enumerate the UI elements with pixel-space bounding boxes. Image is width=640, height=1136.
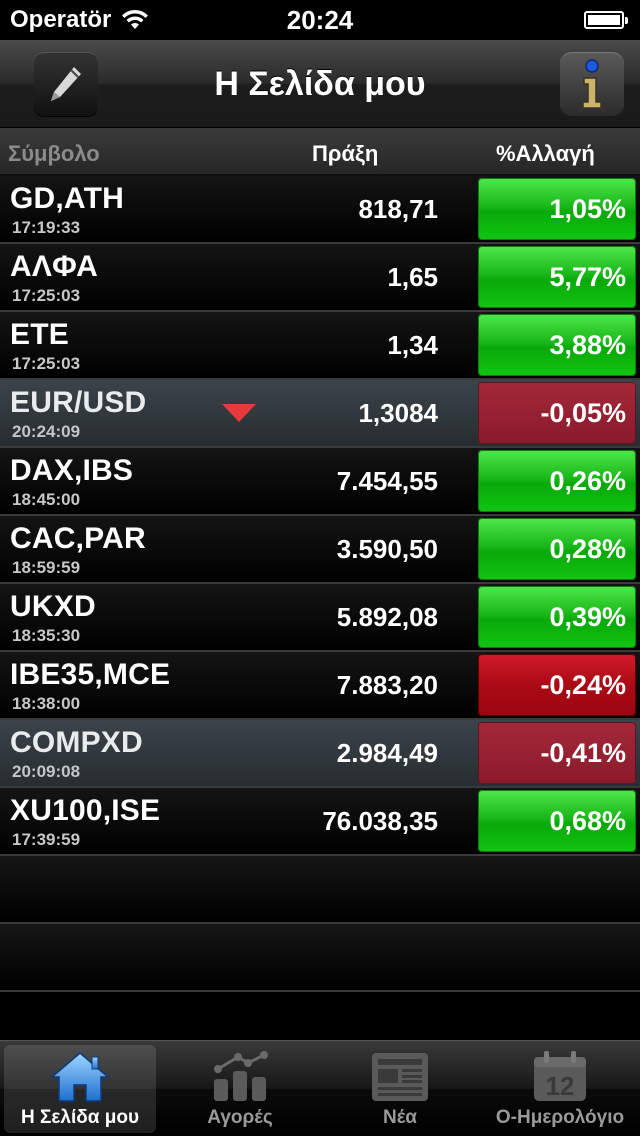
- tab-calendar-label: Ο-Ημερολόγιο: [495, 1107, 625, 1128]
- markets-icon: [214, 1051, 268, 1101]
- row-time: 18:38:00: [12, 694, 81, 713]
- row-change-badge[interactable]: -0,05%: [478, 382, 636, 444]
- row-change-badge[interactable]: -0,24%: [478, 654, 636, 716]
- status-bar: Operatör 20:24: [0, 0, 640, 40]
- table-row[interactable]: ΑΛΦΑ 17:25:03 1,65 5,77%: [0, 244, 640, 312]
- tab-markets-label: Αγορές: [207, 1107, 273, 1128]
- row-time: 17:39:59: [12, 830, 81, 849]
- tab-home-label: Η Σελίδα μου: [20, 1107, 140, 1128]
- row-symbol: COMPXD: [10, 726, 143, 759]
- row-symbol: UKXD: [10, 590, 96, 623]
- column-header: Σύμβολο Πράξη %Αλλαγή: [0, 128, 640, 176]
- row-time: 17:25:03: [12, 354, 81, 373]
- battery-icon: [584, 11, 628, 29]
- row-change-badge[interactable]: 3,88%: [478, 314, 636, 376]
- trend-down-icon: [222, 404, 256, 422]
- row-trade: 818,71: [358, 194, 438, 224]
- row-symbol: ETE: [10, 318, 69, 351]
- row-change-badge[interactable]: 1,05%: [478, 178, 636, 240]
- row-symbol: IBE35,MCE: [10, 658, 171, 691]
- quotes-list: GD,ATH 17:19:33 818,71 1,05% ΑΛΦΑ 17:25:…: [0, 176, 640, 992]
- row-trade: 1,34: [387, 330, 438, 360]
- calendar-icon: 12: [534, 1051, 586, 1101]
- calendar-day: 12: [546, 1071, 575, 1101]
- table-row[interactable]: GD,ATH 17:19:33 818,71 1,05%: [0, 176, 640, 244]
- row-trade: 3.590,50: [336, 534, 438, 564]
- home-icon: [49, 1052, 111, 1102]
- row-trade: 1,65: [387, 262, 438, 292]
- table-row[interactable]: IBE35,MCE 18:38:00 7.883,20 -0,24%: [0, 652, 640, 720]
- row-time: 17:25:03: [12, 286, 81, 305]
- row-time: 17:19:33: [12, 218, 81, 237]
- empty-row: [0, 856, 640, 924]
- row-trade: 5.892,08: [336, 602, 438, 632]
- info-button[interactable]: [560, 52, 624, 116]
- row-time: 18:45:00: [12, 490, 81, 509]
- empty-row: [0, 924, 640, 992]
- news-icon: [372, 1053, 428, 1101]
- pencil-icon: [51, 67, 81, 101]
- table-row[interactable]: COMPXD 20:09:08 2.984,49 -0,41%: [0, 720, 640, 788]
- table-row[interactable]: DAX,IBS 18:45:00 7.454,55 0,26%: [0, 448, 640, 516]
- row-symbol: EUR/USD: [10, 386, 147, 419]
- row-symbol: XU100,ISE: [10, 794, 161, 827]
- row-time: 20:09:08: [12, 762, 81, 781]
- edit-button[interactable]: [34, 52, 98, 116]
- row-symbol: ΑΛΦΑ: [10, 250, 98, 283]
- table-row[interactable]: EUR/USD 20:24:09 1,3084 -0,05%: [0, 380, 640, 448]
- table-row[interactable]: XU100,ISE 17:39:59 76.038,35 0,68%: [0, 788, 640, 856]
- row-symbol: DAX,IBS: [10, 454, 134, 487]
- table-row[interactable]: ETE 17:25:03 1,34 3,88%: [0, 312, 640, 380]
- row-time: 18:59:59: [12, 558, 81, 577]
- row-time: 20:24:09: [12, 422, 81, 441]
- row-trade: 7.883,20: [336, 670, 438, 700]
- row-trade: 1,3084: [358, 398, 438, 428]
- tab-home[interactable]: Η Σελίδα μου: [4, 1045, 156, 1133]
- carrier-label: Operatör: [10, 6, 112, 33]
- row-trade: 2.984,49: [336, 738, 438, 768]
- table-row[interactable]: UKXD 18:35:30 5.892,08 0,39%: [0, 584, 640, 652]
- table-row[interactable]: CAC,PAR 18:59:59 3.590,50 0,28%: [0, 516, 640, 584]
- row-symbol: GD,ATH: [10, 182, 124, 215]
- info-icon: [582, 59, 602, 109]
- row-trade: 76.038,35: [322, 806, 438, 836]
- wifi-icon: [122, 9, 149, 29]
- row-time: 18:35:30: [12, 626, 81, 645]
- status-left: Operatör: [10, 6, 149, 34]
- column-symbol[interactable]: Σύμβολο: [8, 141, 100, 167]
- row-symbol: CAC,PAR: [10, 522, 146, 555]
- row-change-badge[interactable]: 0,68%: [478, 790, 636, 852]
- tab-news[interactable]: Νέα: [324, 1045, 476, 1133]
- row-change-badge[interactable]: -0,41%: [478, 722, 636, 784]
- tab-markets[interactable]: Αγορές: [164, 1045, 316, 1133]
- tab-calendar[interactable]: 12 Ο-Ημερολόγιο: [484, 1045, 636, 1133]
- column-change[interactable]: %Αλλαγή: [496, 141, 595, 167]
- row-change-badge[interactable]: 0,26%: [478, 450, 636, 512]
- column-trade[interactable]: Πράξη: [312, 141, 378, 167]
- tab-news-label: Νέα: [383, 1107, 417, 1128]
- tab-bar: Η Σελίδα μου Αγορές Νέα 12 Ο-Ημερολόγιο: [0, 1040, 640, 1136]
- row-change-badge[interactable]: 5,77%: [478, 246, 636, 308]
- row-change-badge[interactable]: 0,39%: [478, 586, 636, 648]
- nav-bar: Η Σελίδα μου: [0, 40, 640, 128]
- row-change-badge[interactable]: 0,28%: [478, 518, 636, 580]
- row-trade: 7.454,55: [336, 466, 438, 496]
